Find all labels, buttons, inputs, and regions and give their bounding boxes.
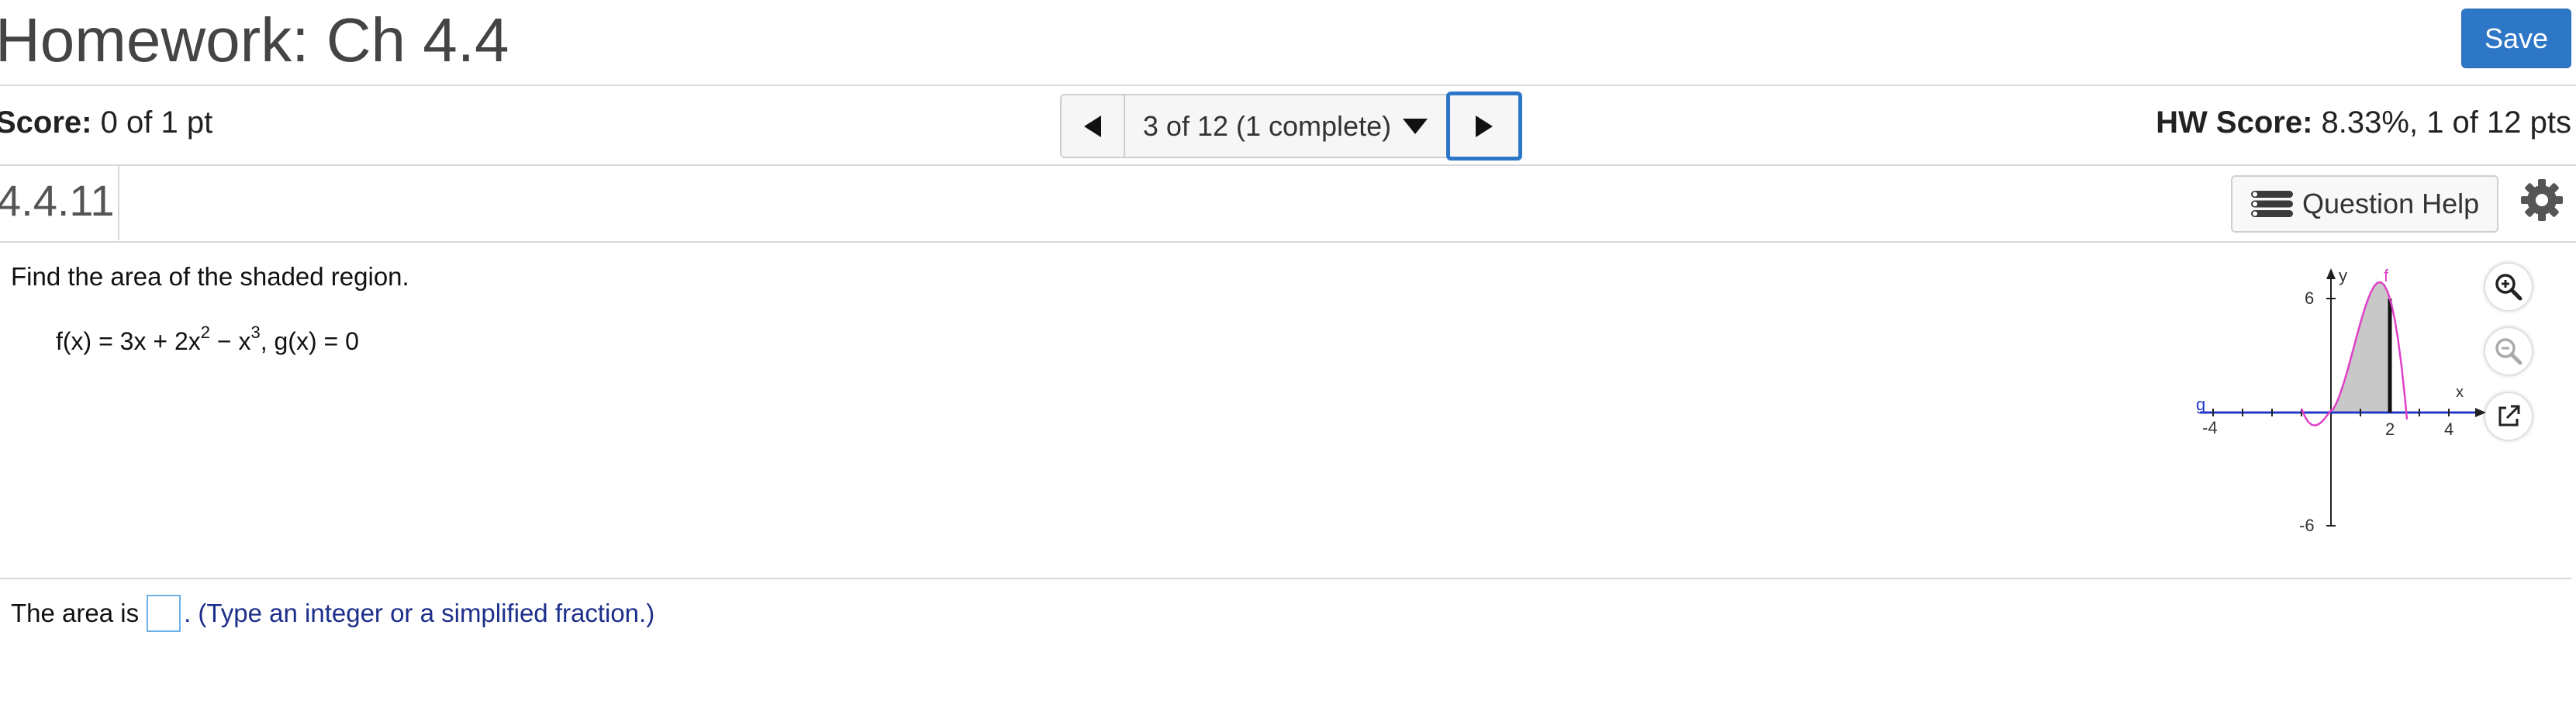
- question-prompt: Find the area of the shaded region.: [11, 262, 409, 291]
- triangle-left-icon: [1084, 115, 1101, 137]
- y-axis-label: y: [2339, 266, 2347, 285]
- answer-prefix: The area is: [11, 599, 140, 627]
- x-tick-neg4: -4: [2202, 418, 2218, 437]
- score-label: Score:: [0, 105, 92, 140]
- question-select-dropdown[interactable]: 3 of 12 (1 complete): [1125, 94, 1446, 158]
- function-graph: y f 6 -6 x g -4 2 4: [2196, 266, 2486, 535]
- question-navigator: 3 of 12 (1 complete): [1060, 92, 1522, 161]
- question-number-divider: [118, 166, 119, 240]
- x-tick-4: 4: [2444, 420, 2453, 439]
- answer-hint: . (Type an integer or a simplified fract…: [184, 599, 655, 627]
- popout-graph-button[interactable]: [2485, 393, 2532, 440]
- question-score: Score: 0 of 1 pt: [0, 105, 212, 140]
- previous-question-button[interactable]: [1060, 94, 1125, 158]
- formula-part-g: , g(x) = 0: [260, 327, 359, 355]
- triangle-right-icon: [1476, 115, 1493, 137]
- next-question-button[interactable]: [1446, 92, 1522, 161]
- formula-part-f: f(x) = 3x + 2x: [56, 327, 201, 355]
- list-icon: [2251, 191, 2293, 217]
- hw-score-value: 8.33%, 1 of 12 pts: [2321, 105, 2571, 140]
- homework-score: HW Score: 8.33%, 1 of 12 pts: [2156, 105, 2571, 140]
- formula-exponent-2: 2: [200, 323, 210, 342]
- question-header-divider: [0, 241, 2576, 243]
- zoom-out-icon: [2495, 338, 2522, 365]
- score-value: 0 of 1 pt: [100, 105, 213, 140]
- formula-part-mid: − x: [209, 327, 251, 355]
- y-tick-neg6: -6: [2299, 516, 2315, 535]
- question-help-label: Question Help: [2302, 188, 2480, 219]
- y-tick-6: 6: [2305, 288, 2314, 308]
- gear-icon[interactable]: [2519, 177, 2565, 223]
- x-axis-label: x: [2456, 384, 2464, 401]
- question-help-button[interactable]: Question Help: [2231, 175, 2498, 233]
- f-label: f: [2384, 266, 2389, 285]
- page-title: Homework: Ch 4.4: [0, 5, 509, 74]
- zoom-in-button[interactable]: [2485, 264, 2532, 310]
- save-button[interactable]: Save: [2461, 9, 2571, 68]
- external-link-icon: [2498, 405, 2520, 426]
- zoom-in-icon: [2495, 274, 2522, 301]
- score-divider: [0, 164, 2576, 166]
- question-position-text: 3 of 12 (1 complete): [1142, 109, 1392, 142]
- header-divider: [0, 85, 2576, 86]
- x-tick-2: 2: [2385, 420, 2395, 439]
- answer-row: The area is . (Type an integer or a simp…: [11, 594, 654, 633]
- answer-divider: [0, 578, 2571, 579]
- area-answer-input[interactable]: [147, 595, 181, 632]
- zoom-out-button[interactable]: [2485, 328, 2532, 375]
- function-definitions: f(x) = 3x + 2x2 − x3, g(x) = 0: [56, 323, 359, 356]
- hw-score-label: HW Score:: [2156, 105, 2313, 140]
- question-number: 4.4.11: [0, 176, 115, 225]
- caret-down-icon: [1403, 118, 1428, 134]
- formula-exponent-3: 3: [250, 323, 261, 342]
- g-label: g: [2196, 395, 2205, 414]
